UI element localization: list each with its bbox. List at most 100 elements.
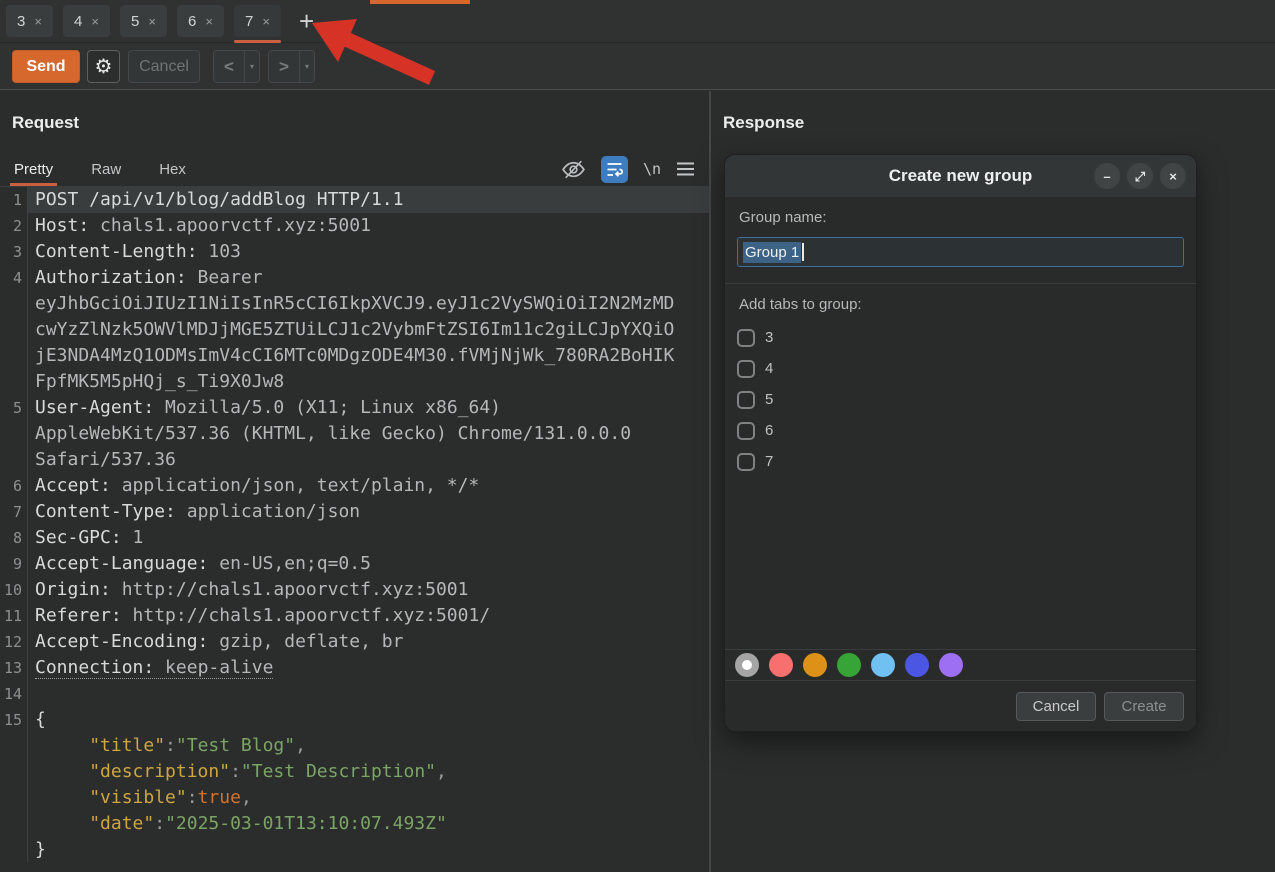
header-value (35, 813, 89, 834)
json-punctuation: , (241, 787, 252, 808)
repeater-tab-4[interactable]: 4× (63, 5, 110, 37)
maximize-icon[interactable]: ⤢ (1127, 163, 1153, 189)
code-text: { (35, 709, 46, 730)
line-number: 10 (0, 577, 28, 603)
header-name: Connection: (35, 657, 154, 678)
code-line: 13Connection: keep-alive (0, 655, 709, 681)
dialog-cancel-button[interactable]: Cancel (1016, 692, 1096, 721)
header-name: Origin: (35, 579, 111, 600)
checkbox-icon[interactable] (737, 391, 755, 409)
previous-response-button[interactable]: < ▾ (213, 50, 260, 83)
line-content: User-Agent: Mozilla/5.0 (X11; Linux x86_… (28, 395, 709, 421)
line-number: 12 (0, 629, 28, 655)
code-text: POST /api/v1/blog/addBlog HTTP/1.1 (35, 189, 403, 210)
tab-checkbox-row-7[interactable]: 7 (737, 446, 1184, 477)
header-value (35, 735, 89, 756)
menu-icon[interactable] (676, 161, 695, 177)
color-swatch-purple[interactable] (939, 653, 963, 677)
close-icon[interactable]: × (1160, 163, 1186, 189)
header-value: chals1.apoorvctf.xyz:5001 (89, 215, 371, 236)
next-response-button[interactable]: > ▾ (268, 50, 315, 83)
dialog-create-button[interactable]: Create (1104, 692, 1184, 721)
tab-checkbox-row-5[interactable]: 5 (737, 384, 1184, 415)
header-value: gzip, deflate, br (208, 631, 403, 652)
checkbox-label: 7 (765, 453, 773, 470)
dialog-titlebar[interactable]: Create new group – ⤢ × (725, 155, 1196, 197)
tab-close-icon[interactable]: × (262, 15, 270, 28)
header-name: Accept: (35, 475, 111, 496)
tab-close-icon[interactable]: × (34, 15, 42, 28)
word-wrap-icon (605, 160, 624, 179)
chevron-down-icon[interactable]: ▾ (299, 51, 314, 82)
line-number: 3 (0, 239, 28, 265)
checkbox-icon[interactable] (737, 453, 755, 471)
header-value: 1 (122, 527, 144, 548)
create-group-dialog: Create new group – ⤢ × Group name: Group… (725, 155, 1196, 731)
repeater-tab-6[interactable]: 6× (177, 5, 224, 37)
color-swatch-light-blue[interactable] (871, 653, 895, 677)
line-content: "description":"Test Description", (28, 759, 709, 785)
request-tab-hex[interactable]: Hex (157, 152, 188, 186)
checkbox-icon[interactable] (737, 422, 755, 440)
request-tab-raw[interactable]: Raw (89, 152, 123, 186)
json-boolean: true (198, 787, 241, 808)
line-number: 4 (0, 265, 28, 291)
code-line: 1POST /api/v1/blog/addBlog HTTP/1.1 (0, 187, 709, 213)
request-editor[interactable]: 1POST /api/v1/blog/addBlog HTTP/1.12Host… (0, 187, 709, 862)
header-name: Content-Length: (35, 241, 198, 262)
header-value: 103 (198, 241, 241, 262)
add-tab-button[interactable]: + (295, 8, 318, 34)
line-number (0, 317, 28, 343)
request-title: Request (0, 91, 709, 133)
checkbox-icon[interactable] (737, 329, 755, 347)
tab-close-icon[interactable]: × (91, 15, 99, 28)
line-number: 2 (0, 213, 28, 239)
request-tab-pretty[interactable]: Pretty (12, 152, 55, 186)
line-content: eyJhbGciOiJIUzI1NiIsInR5cCI6IkpXVCJ9.eyJ… (28, 291, 709, 317)
word-wrap-toggle[interactable] (601, 156, 628, 183)
color-swatch-white[interactable] (735, 653, 759, 677)
tab-checkbox-row-4[interactable]: 4 (737, 353, 1184, 384)
code-line: 2Host: chals1.apoorvctf.xyz:5001 (0, 213, 709, 239)
code-line: cwYzZlNzk5OWVlMDJjMGE5ZTUiLCJ1c2VybmFtZS… (0, 317, 709, 343)
repeater-tab-3[interactable]: 3× (6, 5, 53, 37)
checkbox-icon[interactable] (737, 360, 755, 378)
show-newlines-toggle[interactable]: \n (643, 160, 661, 178)
group-name-input[interactable]: Group 1 (737, 237, 1184, 267)
cancel-request-button[interactable]: Cancel (128, 50, 200, 83)
line-content: "title":"Test Blog", (28, 733, 709, 759)
line-content: AppleWebKit/537.36 (KHTML, like Gecko) C… (28, 421, 709, 447)
header-value: Bearer (187, 267, 263, 288)
repeater-tab-5[interactable]: 5× (120, 5, 167, 37)
repeater-tab-strip: 3× 4× 5× 6× 7× + (0, 0, 1275, 43)
send-button[interactable]: Send (12, 50, 80, 83)
color-swatch-blue[interactable] (905, 653, 929, 677)
hide-nonprintable-icon[interactable] (561, 158, 586, 181)
response-title: Response (711, 91, 1275, 133)
color-swatch-red[interactable] (769, 653, 793, 677)
header-name: Sec-GPC: (35, 527, 122, 548)
color-swatch-orange[interactable] (803, 653, 827, 677)
top-accent-strip (370, 0, 470, 4)
tab-close-icon[interactable]: × (148, 15, 156, 28)
settings-button[interactable]: ⚙ (87, 50, 120, 83)
text-caret (802, 243, 804, 261)
line-content: POST /api/v1/blog/addBlog HTTP/1.1 (28, 187, 709, 213)
tab-checkbox-row-6[interactable]: 6 (737, 415, 1184, 446)
color-swatch-green[interactable] (837, 653, 861, 677)
json-punctuation: , (295, 735, 306, 756)
line-number (0, 369, 28, 395)
tab-checkbox-row-3[interactable]: 3 (737, 322, 1184, 353)
line-content: cwYzZlNzk5OWVlMDJjMGE5ZTUiLCJ1c2VybmFtZS… (28, 317, 709, 343)
line-content: "date":"2025-03-01T13:10:07.493Z" (28, 811, 709, 837)
line-content: Authorization: Bearer (28, 265, 709, 291)
line-number (0, 421, 28, 447)
tab-close-icon[interactable]: × (205, 15, 213, 28)
repeater-tab-7[interactable]: 7× (234, 5, 281, 37)
header-value: Mozilla/5.0 (X11; Linux x86_64) (154, 397, 501, 418)
chevron-down-icon[interactable]: ▾ (244, 51, 259, 82)
selected-color-dot (742, 660, 752, 670)
json-key: "date" (89, 813, 154, 834)
gear-icon: ⚙ (95, 57, 113, 77)
minimize-icon[interactable]: – (1094, 163, 1120, 189)
